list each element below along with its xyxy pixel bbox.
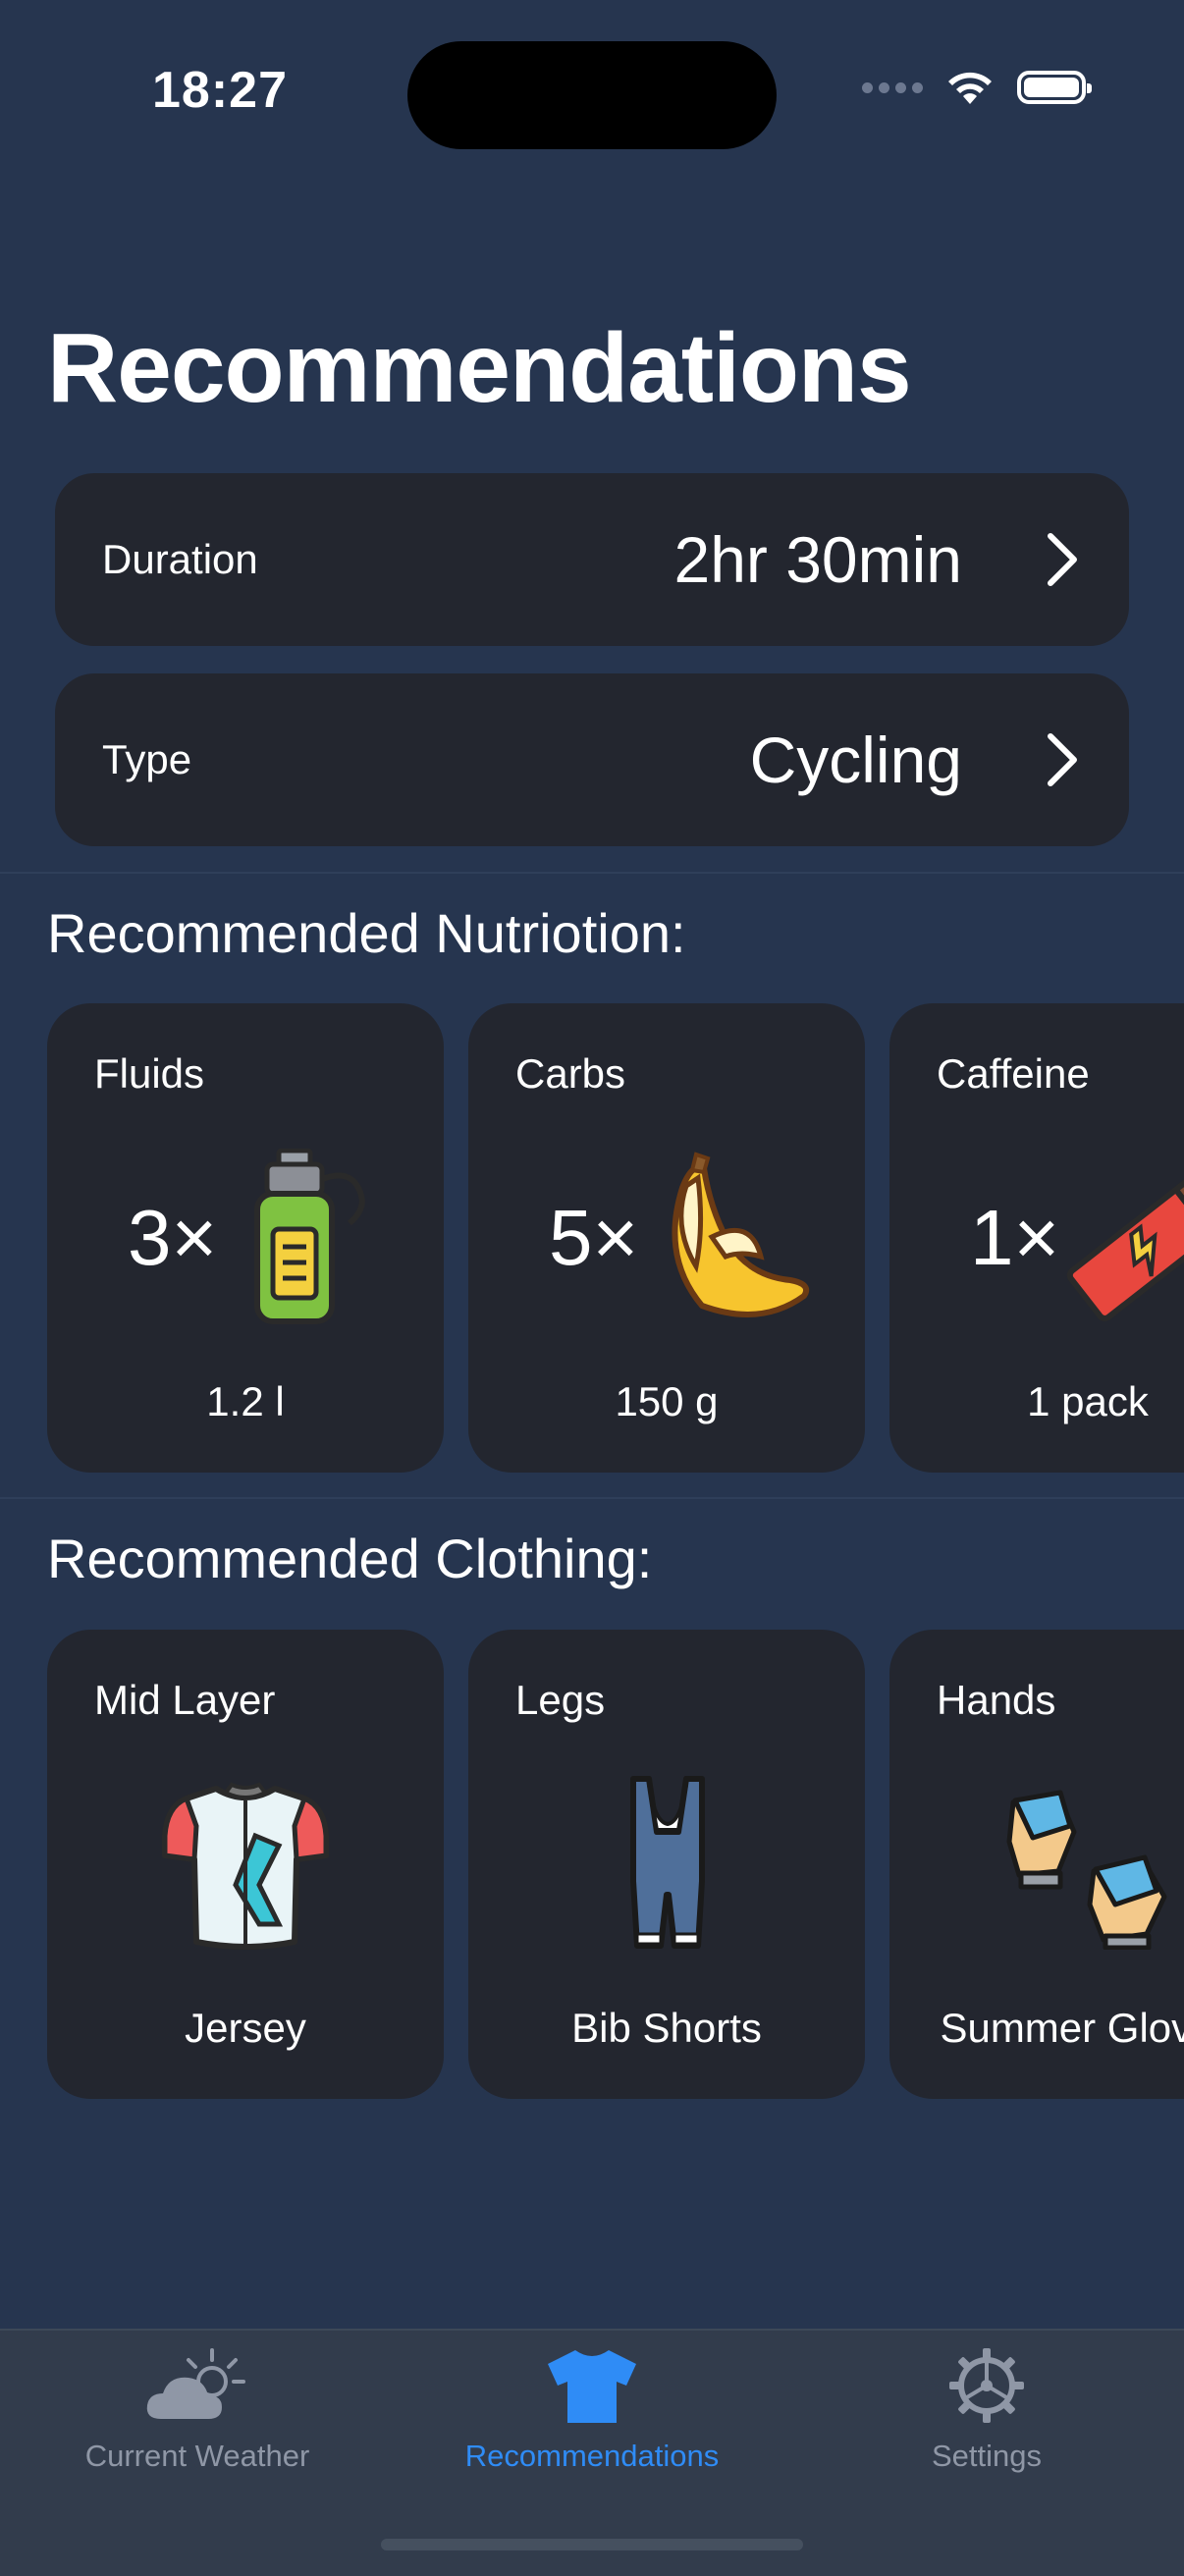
- duration-label: Duration: [102, 536, 258, 582]
- wifi-icon: [948, 72, 992, 104]
- clothing-carousel[interactable]: Mid Layer Jersey Legs Bib Shorts Hands S…: [47, 1630, 1184, 2101]
- clothing-card-hands[interactable]: Hands Summer Gloves: [889, 1630, 1184, 2099]
- tab-label: Settings: [931, 2439, 1042, 2473]
- banana-icon: [672, 1152, 810, 1317]
- status-icons: [862, 69, 1092, 106]
- nutrition-heading: Recommended Nutriotion:: [47, 902, 686, 964]
- card-item-name: Jersey: [185, 2005, 306, 2051]
- clothing-heading: Recommended Clothing:: [47, 1528, 653, 1589]
- card-title: Caffeine: [937, 1050, 1090, 1097]
- type-row[interactable]: Type Cycling: [55, 673, 1129, 846]
- section-divider: [0, 872, 1184, 874]
- nutrition-card-caffeine[interactable]: Caffeine 1× 1 pack: [889, 1003, 1184, 1473]
- card-quantity: 1×: [970, 1194, 1060, 1281]
- card-amount: 150 g: [615, 1378, 719, 1424]
- card-item-name: Bib Shorts: [571, 2005, 762, 2051]
- tab-label: Recommendations: [464, 2439, 720, 2473]
- gloves-icon: [1006, 1790, 1167, 1950]
- card-title: Mid Layer: [94, 1677, 276, 1723]
- tab-recommendations[interactable]: Recommendations: [395, 2331, 789, 2527]
- shirt-icon: [548, 2350, 636, 2423]
- card-title: Legs: [515, 1677, 606, 1723]
- nutrition-card-carbs[interactable]: Carbs 5× 150 g: [468, 1003, 865, 1473]
- weather-icon: [146, 2348, 245, 2419]
- tab-current-weather[interactable]: Current Weather: [0, 2331, 395, 2527]
- card-item-name: Summer Gloves: [940, 2005, 1184, 2051]
- duration-value: 2hr 30min: [673, 523, 963, 596]
- chevron-right-icon: [1048, 733, 1077, 786]
- bib-shorts-icon: [630, 1776, 705, 1949]
- gear-icon: [949, 2348, 1024, 2423]
- status-time: 18:27: [152, 62, 288, 119]
- section-divider: [0, 1497, 1184, 1499]
- nutrition-carousel[interactable]: Fluids 3× 1.2 l Carbs 5× 150 g Caffeine …: [47, 1003, 1184, 1475]
- card-amount: 1 pack: [1027, 1378, 1149, 1424]
- type-label: Type: [102, 736, 192, 782]
- duration-row[interactable]: Duration 2hr 30min: [55, 473, 1129, 646]
- page-title: Recommendations: [47, 313, 912, 423]
- battery-icon: [1017, 71, 1092, 104]
- type-value: Cycling: [749, 724, 962, 796]
- card-amount: 1.2 l: [206, 1378, 285, 1424]
- clothing-card-mid-layer[interactable]: Mid Layer Jersey: [47, 1630, 444, 2099]
- nutrition-card-fluids[interactable]: Fluids 3× 1.2 l: [47, 1003, 444, 1473]
- card-quantity: 3×: [128, 1194, 218, 1281]
- home-indicator: [381, 2539, 803, 2550]
- signal-icon: [862, 81, 923, 93]
- energy-bar-icon: [1066, 1160, 1184, 1321]
- dynamic-island: [407, 41, 777, 149]
- card-quantity: 5×: [549, 1194, 639, 1281]
- tab-label: Current Weather: [84, 2439, 310, 2473]
- card-title: Fluids: [94, 1050, 205, 1097]
- card-title: Carbs: [515, 1050, 626, 1097]
- chevron-right-icon: [1048, 533, 1077, 586]
- tab-settings[interactable]: Settings: [789, 2331, 1184, 2527]
- water-bottle-icon: [254, 1149, 365, 1324]
- jersey-icon: [162, 1782, 329, 1950]
- clothing-card-legs[interactable]: Legs Bib Shorts: [468, 1630, 865, 2099]
- card-title: Hands: [937, 1677, 1056, 1723]
